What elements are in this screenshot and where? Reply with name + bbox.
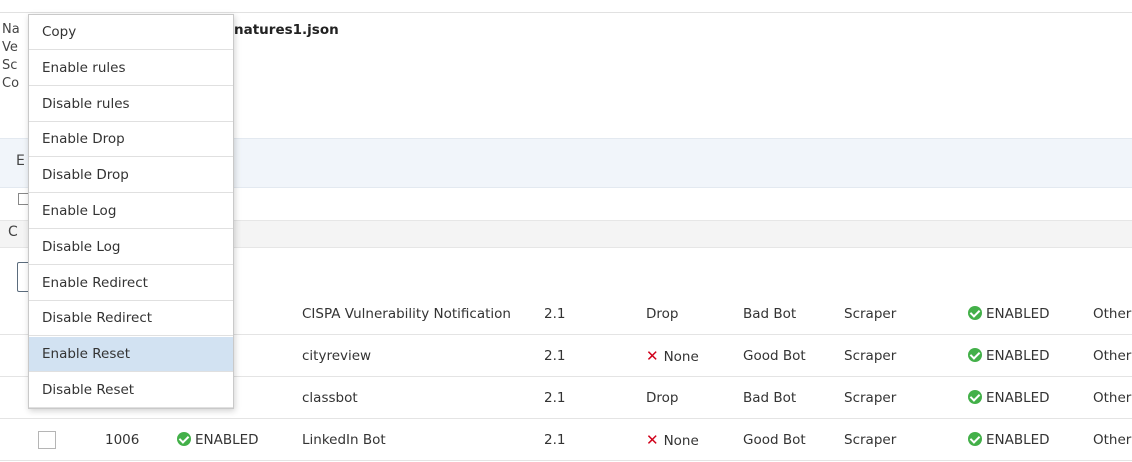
name-text: classbot bbox=[302, 390, 358, 406]
cell-type: Scraper bbox=[844, 293, 896, 335]
cell-name: classbot bbox=[302, 377, 358, 419]
action-text: None bbox=[663, 349, 699, 365]
check-circle-icon bbox=[968, 432, 982, 446]
menu-item-enable-log[interactable]: Enable Log bbox=[29, 194, 233, 229]
category-text: Good Bot bbox=[743, 432, 806, 448]
x-icon: ✕ bbox=[646, 431, 659, 449]
scope-label: Sc bbox=[2, 58, 18, 73]
cell-type: Scraper bbox=[844, 377, 896, 419]
other-text: Other bbox=[1093, 432, 1132, 448]
cell-state: ENABLED bbox=[968, 377, 1050, 419]
other-text: Other bbox=[1093, 390, 1132, 406]
state-text: ENABLED bbox=[986, 348, 1050, 364]
version-label: Ve bbox=[2, 40, 18, 55]
version-text: 2.1 bbox=[544, 348, 566, 364]
category-text: Bad Bot bbox=[743, 306, 797, 322]
cell-category: Good Bot bbox=[743, 335, 806, 377]
cell-category: Bad Bot bbox=[743, 377, 796, 419]
name-text: LinkedIn Bot bbox=[302, 432, 386, 448]
menu-item-enable-reset[interactable]: Enable Reset bbox=[29, 337, 233, 373]
other-text: Other bbox=[1093, 348, 1132, 364]
cell-state: ENABLED bbox=[968, 293, 1050, 335]
version-text: 2.1 bbox=[544, 306, 566, 322]
menu-item-enable-drop[interactable]: Enable Drop bbox=[29, 122, 233, 158]
version-text: 2.1 bbox=[544, 432, 566, 448]
name-text: CISPA Vulnerability Notification bbox=[302, 306, 511, 322]
menu-item-copy[interactable]: Copy bbox=[29, 15, 233, 50]
state-text: ENABLED bbox=[986, 390, 1050, 406]
cell-action: Drop bbox=[646, 377, 678, 419]
cell-name: CISPA Vulnerability Notification bbox=[302, 293, 511, 335]
menu-item-disable-reset[interactable]: Disable Reset bbox=[29, 373, 233, 408]
cell-other: Other bbox=[1093, 293, 1131, 335]
type-text: Scraper bbox=[844, 432, 897, 448]
action-text: Drop bbox=[646, 306, 679, 322]
other-text: Other bbox=[1093, 306, 1132, 322]
menu-item-enable-rules[interactable]: Enable rules bbox=[29, 51, 233, 86]
menu-item-enable-redirect[interactable]: Enable Redirect bbox=[29, 266, 233, 301]
column-header-title: C bbox=[8, 224, 18, 240]
cell-other: Other bbox=[1093, 377, 1131, 419]
action-text: None bbox=[663, 433, 699, 449]
type-text: Scraper bbox=[844, 306, 897, 322]
cell-version: 2.1 bbox=[544, 293, 565, 335]
top-divider bbox=[0, 12, 1132, 13]
state-text: ENABLED bbox=[986, 306, 1050, 322]
action-text: Drop bbox=[646, 390, 679, 406]
comment-label: Co bbox=[2, 76, 20, 91]
category-text: Bad Bot bbox=[743, 390, 797, 406]
context-menu: Copy Enable rules Disable rules Enable Drop… bbox=[28, 14, 234, 409]
cell-category: Bad Bot bbox=[743, 293, 796, 335]
state-text: ENABLED bbox=[986, 432, 1050, 448]
check-circle-icon bbox=[177, 432, 191, 446]
cell-name: cityreview bbox=[302, 335, 371, 377]
row-checkbox[interactable] bbox=[38, 431, 56, 449]
version-text: 2.1 bbox=[544, 390, 566, 406]
check-circle-icon bbox=[968, 306, 982, 320]
name-label: Na bbox=[2, 22, 20, 37]
cell-version: 2.1 bbox=[544, 335, 565, 377]
menu-item-disable-drop[interactable]: Disable Drop bbox=[29, 158, 233, 194]
menu-item-disable-log[interactable]: Disable Log bbox=[29, 230, 233, 265]
id-text: 1006 bbox=[105, 432, 140, 448]
cell-version: 2.1 bbox=[544, 377, 565, 419]
status-text: ENABLED bbox=[195, 432, 259, 448]
cell-other: Other bbox=[1093, 335, 1131, 377]
menu-item-disable-rules[interactable]: Disable rules bbox=[29, 87, 233, 122]
type-text: Scraper bbox=[844, 390, 897, 406]
cell-type: Scraper bbox=[844, 335, 896, 377]
file-name: natures1.json bbox=[234, 22, 339, 38]
x-icon: ✕ bbox=[646, 347, 659, 365]
menu-item-disable-redirect[interactable]: Disable Redirect bbox=[29, 301, 233, 337]
section-header-title: E bbox=[16, 153, 25, 169]
cell-state: ENABLED bbox=[968, 335, 1050, 377]
cell-action: ✕ None bbox=[646, 335, 699, 377]
check-circle-icon bbox=[968, 348, 982, 362]
check-circle-icon bbox=[968, 390, 982, 404]
type-text: Scraper bbox=[844, 348, 897, 364]
select-all-checkbox[interactable] bbox=[18, 193, 28, 205]
cell-action: Drop bbox=[646, 293, 678, 335]
category-text: Good Bot bbox=[743, 348, 806, 364]
name-text: cityreview bbox=[302, 348, 372, 364]
